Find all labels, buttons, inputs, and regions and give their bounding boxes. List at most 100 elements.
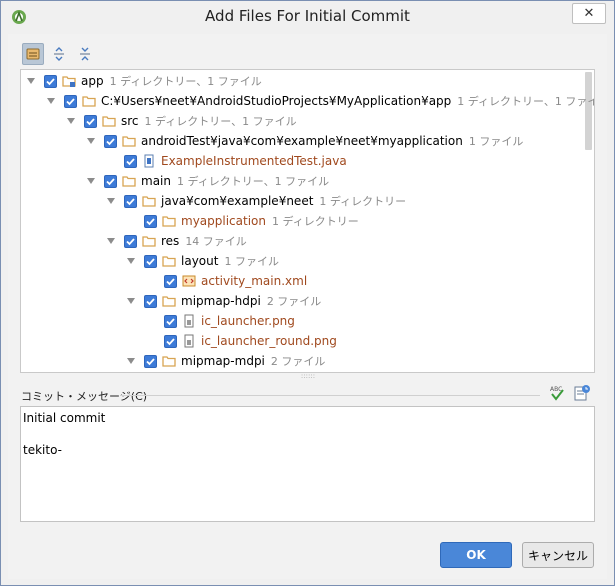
node-icon: [182, 334, 196, 348]
tree-row[interactable]: activity_main.xml: [146, 271, 307, 291]
tree-toolbar: [22, 43, 96, 67]
node-name: androidTest¥java¥com¥example¥neet¥myappl…: [141, 134, 463, 148]
tree-row[interactable]: mipmap-hdpi 2 ファイル: [126, 291, 321, 311]
spellcheck-icon[interactable]: ABC: [548, 384, 566, 402]
node-name: java¥com¥example¥neet: [161, 194, 314, 208]
node-name: ExampleInstrumentedTest.java: [161, 154, 347, 168]
include-checkbox[interactable]: [164, 314, 177, 328]
check-icon: [146, 217, 155, 225]
tree-row[interactable]: layout 1 ファイル: [126, 251, 279, 271]
node-icon: [182, 274, 196, 288]
tree-row[interactable]: res 14 ファイル: [106, 231, 247, 251]
tree-row[interactable]: java¥com¥example¥neet 1 ディレクトリー: [106, 191, 406, 211]
node-icon: [102, 114, 116, 128]
folder-icon: [102, 116, 116, 127]
include-checkbox[interactable]: [144, 254, 157, 268]
expand-arrow-icon[interactable]: [26, 76, 36, 86]
check-icon: [166, 337, 175, 345]
tree-row[interactable]: ExampleInstrumentedTest.java: [106, 151, 347, 171]
node-summary: 1 ディレクトリー、1 ファイル: [109, 75, 262, 88]
tree-row[interactable]: ic_launcher.png: [146, 311, 295, 331]
include-checkbox[interactable]: [104, 134, 117, 148]
tree-row[interactable]: ic_launcher_round.png: [146, 331, 337, 351]
expand-arrow-icon[interactable]: [46, 96, 56, 106]
expand-arrow-icon[interactable]: [106, 236, 116, 246]
group-by-directory-icon: [26, 48, 40, 60]
include-checkbox[interactable]: [164, 334, 177, 348]
node-summary: 1 ファイル: [468, 135, 524, 148]
node-icon: [162, 294, 176, 308]
expand-arrow-icon[interactable]: [66, 116, 76, 126]
check-icon: [146, 357, 155, 365]
expand-arrow-icon[interactable]: [126, 356, 136, 366]
folder-icon: [162, 296, 176, 307]
image-file-icon: [184, 314, 194, 328]
tree-row[interactable]: mipmap-mdpi 2 ファイル: [126, 351, 325, 371]
label-separator: [120, 395, 540, 396]
node-icon: [162, 354, 176, 368]
check-icon: [126, 237, 135, 245]
include-checkbox[interactable]: [144, 214, 157, 228]
dialog-content: app 1 ディレクトリー、1 ファイル C:¥Users¥neet¥Android…: [8, 34, 607, 579]
tree-row[interactable]: myapplication 1 ディレクトリー: [126, 211, 359, 231]
include-checkbox[interactable]: [64, 94, 77, 108]
include-checkbox[interactable]: [124, 194, 137, 208]
node-summary: 1 ディレクトリー: [319, 195, 407, 208]
include-checkbox[interactable]: [164, 274, 177, 288]
node-name: activity_main.xml: [201, 274, 308, 288]
expand-arrow-icon[interactable]: [86, 176, 96, 186]
tree-row[interactable]: app 1 ディレクトリー、1 ファイル: [26, 71, 262, 91]
splitter-handle[interactable]: ::::::: [298, 373, 318, 380]
folder-icon: [122, 176, 136, 187]
ok-button[interactable]: OK: [440, 542, 512, 568]
cancel-button[interactable]: キャンセル: [522, 542, 594, 568]
expand-arrow-icon[interactable]: [86, 136, 96, 146]
expand-arrow-icon[interactable]: [126, 256, 136, 266]
tree-row[interactable]: src 1 ディレクトリー、1 ファイル: [66, 111, 297, 131]
check-icon: [86, 117, 95, 125]
expand-arrow-icon[interactable]: [106, 196, 116, 206]
check-icon: [146, 257, 155, 265]
node-name: app: [81, 74, 104, 88]
include-checkbox[interactable]: [124, 154, 137, 168]
tree-row[interactable]: C:¥Users¥neet¥AndroidStudioProjects¥MyAp…: [46, 91, 595, 111]
folder-icon: [142, 196, 156, 207]
check-icon: [46, 77, 55, 85]
folder-icon: [162, 256, 176, 267]
node-icon: [122, 134, 136, 148]
include-checkbox[interactable]: [144, 354, 157, 368]
tree-row[interactable]: androidTest¥java¥com¥example¥neet¥myappl…: [86, 131, 523, 151]
check-icon: [126, 157, 135, 165]
expand-all-button[interactable]: [48, 43, 70, 65]
include-checkbox[interactable]: [44, 74, 57, 88]
include-checkbox[interactable]: [84, 114, 97, 128]
check-icon: [146, 297, 155, 305]
add-files-dialog: Add Files For Initial Commit ✕ app 1 ディレ…: [0, 0, 615, 586]
include-checkbox[interactable]: [144, 294, 157, 308]
expand-arrow-icon[interactable]: [126, 296, 136, 306]
changes-tree[interactable]: app 1 ディレクトリー、1 ファイル C:¥Users¥neet¥Android…: [20, 69, 595, 373]
java-file-icon: [144, 154, 154, 168]
node-name: C:¥Users¥neet¥AndroidStudioProjects¥MyAp…: [101, 94, 452, 108]
tree-row[interactable]: main 1 ディレクトリー、1 ファイル: [86, 171, 329, 191]
node-summary: 1 ファイル: [224, 255, 279, 268]
folder-icon: [162, 356, 176, 367]
node-icon: [182, 314, 196, 328]
include-checkbox[interactable]: [124, 234, 137, 248]
check-icon: [166, 317, 175, 325]
image-file-icon: [184, 334, 194, 348]
dialog-title: Add Files For Initial Commit: [205, 7, 410, 25]
commit-history-icon[interactable]: [573, 384, 591, 402]
include-checkbox[interactable]: [104, 174, 117, 188]
folder-icon: [82, 96, 96, 107]
close-button[interactable]: ✕: [572, 3, 606, 24]
node-icon: [162, 214, 176, 228]
group-by-directory-button[interactable]: [22, 43, 44, 65]
node-summary: 1 ディレクトリー、1 ファイル: [457, 95, 595, 108]
commit-message-input[interactable]: Initial commit tekito-: [20, 406, 595, 522]
collapse-all-button[interactable]: [74, 43, 96, 65]
tree-scrollbar[interactable]: [585, 72, 592, 150]
